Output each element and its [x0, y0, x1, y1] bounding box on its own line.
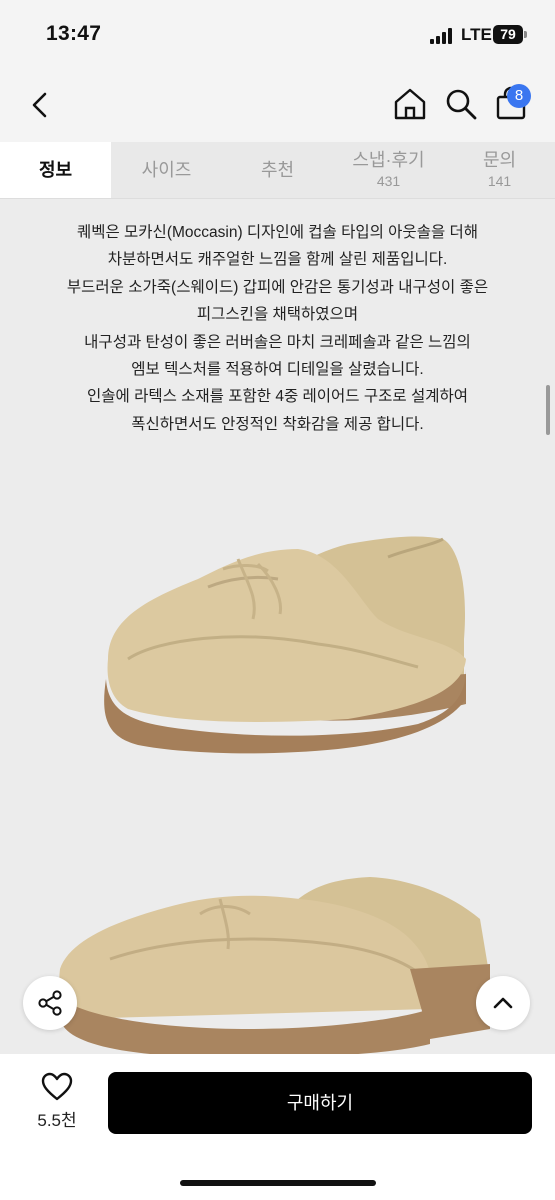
tab-count: 141 — [487, 173, 512, 189]
network-type: LTE — [461, 25, 492, 44]
tab-info[interactable]: 정보 — [0, 142, 111, 198]
signal-icon — [430, 28, 456, 44]
product-detail-content: 퀘벡은 모카신(Moccasin) 디자인에 컵솔 타입의 아웃솔을 더해 차분… — [0, 199, 555, 1054]
description-line: 인솔에 라텍스 소재를 포함한 4중 레이어드 구조로 설계하여 — [86, 388, 468, 406]
tab-count: 431 — [376, 173, 401, 189]
product-image-side — [59, 877, 490, 1054]
buy-button[interactable]: 구매하기 — [108, 1072, 532, 1134]
search-icon[interactable] — [444, 87, 478, 121]
tab-label: 사이즈 — [141, 160, 192, 180]
back-arrow-icon[interactable] — [26, 90, 56, 120]
tab-snap-review[interactable]: 스냅·후기 431 — [333, 142, 444, 198]
tab-label: 정보 — [38, 160, 73, 180]
tab-label: 문의 — [482, 150, 517, 170]
description-line: 퀘벡은 모카신(Moccasin) 디자인에 컵솔 타입의 아웃솔을 더해 — [76, 224, 479, 241]
tab-inquiry[interactable]: 문의 141 — [444, 142, 555, 198]
like-count: 5.5천 — [37, 1111, 77, 1130]
description-line: 엠보 텍스처를 적용하여 디테일을 살렸습니다. — [131, 361, 424, 379]
cart-count-badge: 8 — [507, 84, 531, 108]
product-image-pair — [104, 536, 467, 754]
chevron-up-icon — [493, 997, 513, 1009]
tab-label: 추천 — [260, 160, 295, 180]
description-line: 내구성과 탄성이 좋은 러버솔은 마치 크레페솔과 같은 느낌의 — [84, 333, 471, 351]
description-line: 폭신하면서도 안정적인 착화감을 제공 합니다. — [131, 415, 424, 433]
top-nav — [0, 70, 555, 142]
share-button[interactable] — [23, 976, 77, 1030]
battery-tip — [524, 31, 527, 38]
scrollbar[interactable] — [546, 385, 550, 435]
status-time: 13:47 — [46, 22, 102, 45]
description-line: 부드러운 소가죽(스웨이드) 갑피에 안감은 통기성과 내구성이 좋은 — [66, 278, 489, 296]
product-description: 퀘벡은 모카신(Moccasin) 디자인에 컵솔 타입의 아웃솔을 더해 차분… — [0, 219, 555, 438]
share-icon — [38, 990, 62, 1016]
product-tabs: 정보 사이즈 추천 스냅·후기 431 문의 141 — [0, 142, 555, 199]
description-line: 피그스킨을 채택하였으며 — [196, 306, 359, 324]
heart-icon[interactable] — [41, 1072, 73, 1102]
home-icon[interactable] — [393, 87, 427, 121]
home-indicator — [180, 1180, 376, 1186]
scroll-to-top-button[interactable] — [476, 976, 530, 1030]
tab-label: 스냅·후기 — [352, 150, 425, 170]
tab-size[interactable]: 사이즈 — [111, 142, 222, 198]
battery-icon: 79 — [493, 25, 523, 44]
status-bar: 13:47 LTE 79 — [0, 0, 555, 70]
tab-recommend[interactable]: 추천 — [222, 142, 333, 198]
bottom-action-bar: 5.5천 구매하기 — [0, 1054, 555, 1200]
description-line: 차분하면서도 캐주얼한 느낌을 함께 살린 제품입니다. — [107, 251, 448, 269]
